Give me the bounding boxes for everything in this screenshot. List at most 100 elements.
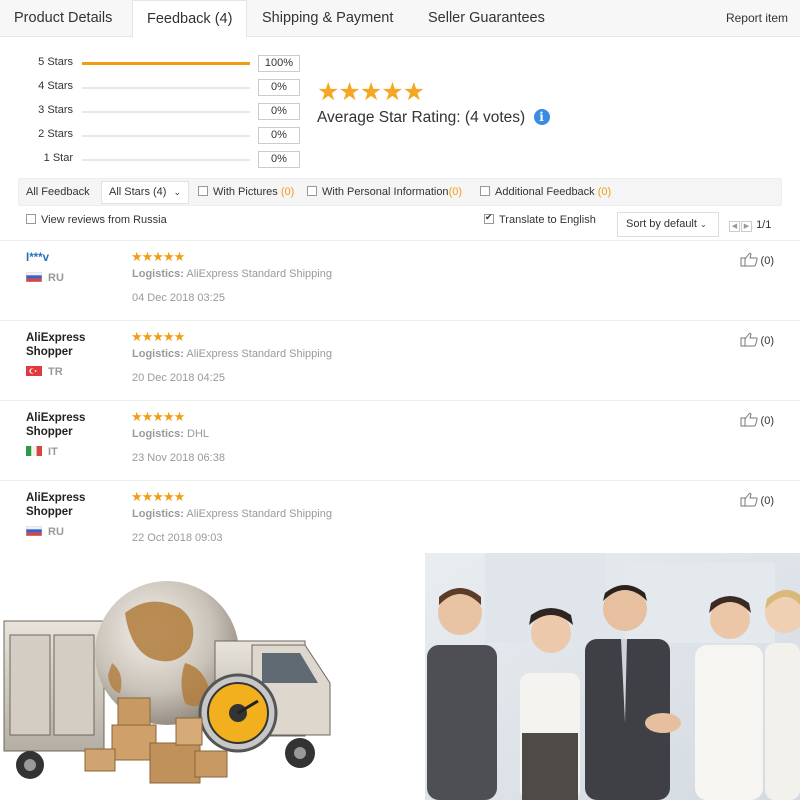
rating-row-label: 2 Stars (38, 128, 73, 140)
page-indicator: 1/1 (756, 219, 772, 231)
sort-label: Sort by default (626, 218, 697, 230)
reviewer-country: RU (26, 526, 64, 538)
flag-ru-icon (26, 526, 42, 536)
like-button[interactable]: (0) (740, 412, 774, 427)
pagination: ◀ ▶ 1/1 (729, 219, 771, 232)
logistics-value: AliExpress Standard Shipping (186, 508, 332, 520)
logistics-label: Logistics: (132, 348, 184, 360)
flag-ru-icon (26, 272, 42, 282)
with-pictures-filter[interactable]: With Pictures (0) (198, 186, 294, 198)
translate-label: Translate to English (499, 214, 596, 226)
rating-row-label: 5 Stars (38, 56, 73, 68)
tab-bar: Product Details Feedback (4) Shipping & … (0, 0, 800, 38)
review-date: 23 Nov 2018 06:38 (132, 452, 225, 464)
with-personal-filter[interactable]: With Personal Information(0) (307, 186, 462, 198)
country-code: RU (48, 272, 64, 284)
thumbs-up-icon (740, 412, 758, 427)
feedback-filter-bar: All Feedback All Stars (4) ⌄ With Pictur… (18, 178, 782, 206)
all-stars-label: All Stars (4) (109, 186, 167, 198)
next-page-icon[interactable]: ▶ (741, 221, 752, 232)
chevron-down-icon: ⌄ (700, 220, 707, 229)
checkbox-icon[interactable] (26, 214, 36, 224)
logistics-label: Logistics: (132, 508, 184, 520)
rating-row-4: 4 Stars 0% (0, 78, 310, 98)
like-button[interactable]: (0) (740, 252, 774, 267)
additional-feedback-filter[interactable]: Additional Feedback (0) (480, 186, 611, 198)
rating-percent: 0% (258, 127, 300, 144)
rating-percent: 0% (258, 151, 300, 168)
country-code: RU (48, 526, 64, 538)
additional-count: (0) (597, 186, 612, 198)
average-rating-label: Average Star Rating: (317, 109, 461, 126)
thumbs-up-icon (740, 332, 758, 347)
like-button[interactable]: (0) (740, 332, 774, 347)
additional-label: Additional Feedback (495, 186, 595, 198)
vote-count: (4 votes) (464, 109, 526, 126)
rating-row-1: 1 Star 0% (0, 150, 310, 170)
average-stars: ★★★★★ (317, 78, 425, 106)
tab-shipping-payment[interactable]: Shipping & Payment (248, 0, 407, 37)
rating-percent: 0% (258, 103, 300, 120)
average-rating: Average Star Rating: (4 votes) i (317, 109, 550, 127)
flag-tr-icon (26, 366, 42, 376)
review-item: I***v RU ★★★★★ Logistics: AliExpress Sta… (0, 240, 800, 320)
reviewer-country: IT (26, 446, 58, 458)
flag-it-icon (26, 446, 42, 456)
like-button[interactable]: (0) (740, 492, 774, 507)
tab-seller-guarantees[interactable]: Seller Guarantees (414, 0, 559, 37)
review-logistics: Logistics: AliExpress Standard Shipping (132, 508, 332, 520)
all-feedback-filter[interactable]: All Feedback (26, 186, 90, 198)
tab-product-details[interactable]: Product Details (0, 0, 126, 37)
reviewer-country: RU (26, 272, 64, 284)
rating-bar-track (82, 135, 250, 137)
rating-bar-track (82, 87, 250, 89)
prev-page-icon[interactable]: ◀ (729, 221, 740, 232)
review-logistics: Logistics: DHL (132, 428, 209, 440)
logistics-value: DHL (187, 428, 210, 440)
checkbox-icon[interactable] (198, 186, 208, 196)
tab-feedback[interactable]: Feedback (4) (132, 0, 248, 38)
rating-bar-track (82, 111, 250, 113)
review-date: 20 Dec 2018 04:25 (132, 372, 225, 384)
rating-row-3: 3 Stars 0% (0, 102, 310, 122)
rating-row-5: 5 Stars 100% (0, 54, 310, 74)
with-pictures-count: (0) (280, 186, 295, 198)
checkbox-checked-icon[interactable] (484, 212, 494, 224)
with-personal-count: (0) (448, 186, 463, 198)
info-icon[interactable]: i (533, 109, 550, 125)
translate-option[interactable]: Translate to English (484, 212, 596, 226)
review-stars: ★★★★★ (131, 409, 185, 424)
view-russia-option[interactable]: View reviews from Russia (26, 214, 167, 226)
thumbs-up-icon (740, 252, 758, 267)
reviewer-country: TR (26, 366, 63, 378)
review-stars: ★★★★★ (131, 329, 185, 344)
chevron-down-icon: ⌄ (173, 187, 181, 197)
sort-dropdown[interactable]: Sort by default ⌄ (617, 212, 719, 237)
review-date: 22 Oct 2018 09:03 (132, 532, 223, 544)
thumbs-up-icon (740, 492, 758, 507)
checkbox-icon[interactable] (480, 186, 490, 196)
view-russia-label: View reviews from Russia (41, 214, 167, 226)
rating-row-label: 4 Stars (38, 80, 73, 92)
rating-row-label: 3 Stars (38, 104, 73, 116)
rating-row-label: 1 Star (43, 152, 73, 164)
review-item: AliExpress Shopper RU ★★★★★ Logistics: A… (0, 480, 800, 560)
logistics-value: AliExpress Standard Shipping (186, 268, 332, 280)
country-code: TR (48, 366, 63, 378)
logistics-value: AliExpress Standard Shipping (186, 348, 332, 360)
rating-percent: 0% (258, 79, 300, 96)
checkbox-icon[interactable] (307, 186, 317, 196)
review-item: AliExpress Shopper IT ★★★★★ Logistics: D… (0, 400, 800, 480)
all-stars-dropdown[interactable]: All Stars (4) ⌄ (101, 181, 189, 204)
like-count: (0) (760, 415, 774, 427)
reviewer-name[interactable]: I***v (26, 251, 106, 265)
rating-percent: 100% (258, 55, 300, 72)
reviewer-name: AliExpress Shopper (26, 332, 86, 358)
reviewer-name: AliExpress Shopper (26, 492, 86, 518)
rating-bar-fill (82, 62, 250, 65)
report-item-link[interactable]: Report item (726, 0, 788, 36)
business-handshake-photo (425, 553, 800, 800)
review-logistics: Logistics: AliExpress Standard Shipping (132, 348, 332, 360)
review-date: 04 Dec 2018 03:25 (132, 292, 225, 304)
like-count: (0) (760, 335, 774, 347)
